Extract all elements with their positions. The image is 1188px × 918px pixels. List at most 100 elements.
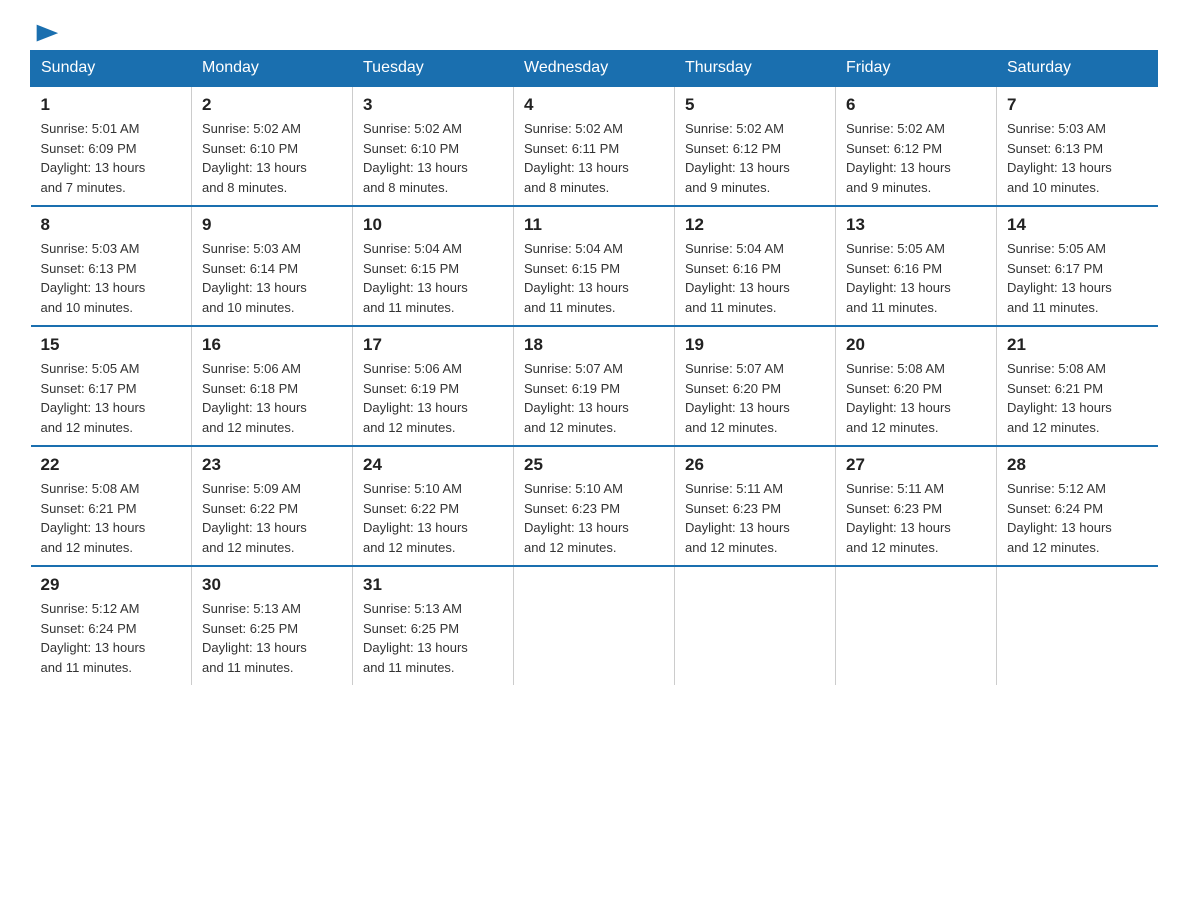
day-number: 18 [524, 335, 664, 355]
calendar-week-row: 29 Sunrise: 5:12 AMSunset: 6:24 PMDaylig… [31, 566, 1158, 685]
calendar-cell [675, 566, 836, 685]
day-info: Sunrise: 5:09 AMSunset: 6:22 PMDaylight:… [202, 481, 307, 555]
calendar-cell: 24 Sunrise: 5:10 AMSunset: 6:22 PMDaylig… [353, 446, 514, 566]
calendar-cell: 18 Sunrise: 5:07 AMSunset: 6:19 PMDaylig… [514, 326, 675, 446]
calendar-table: SundayMondayTuesdayWednesdayThursdayFrid… [30, 50, 1158, 685]
calendar-cell: 19 Sunrise: 5:07 AMSunset: 6:20 PMDaylig… [675, 326, 836, 446]
day-info: Sunrise: 5:02 AMSunset: 6:10 PMDaylight:… [363, 121, 468, 195]
day-number: 14 [1007, 215, 1148, 235]
calendar-cell: 5 Sunrise: 5:02 AMSunset: 6:12 PMDayligh… [675, 86, 836, 206]
calendar-cell: 3 Sunrise: 5:02 AMSunset: 6:10 PMDayligh… [353, 86, 514, 206]
day-number: 25 [524, 455, 664, 475]
day-number: 23 [202, 455, 342, 475]
calendar-cell: 14 Sunrise: 5:05 AMSunset: 6:17 PMDaylig… [997, 206, 1158, 326]
calendar-cell: 22 Sunrise: 5:08 AMSunset: 6:21 PMDaylig… [31, 446, 192, 566]
day-info: Sunrise: 5:05 AMSunset: 6:17 PMDaylight:… [1007, 241, 1112, 315]
day-info: Sunrise: 5:03 AMSunset: 6:13 PMDaylight:… [41, 241, 146, 315]
day-number: 2 [202, 95, 342, 115]
calendar-cell: 9 Sunrise: 5:03 AMSunset: 6:14 PMDayligh… [192, 206, 353, 326]
calendar-cell: 21 Sunrise: 5:08 AMSunset: 6:21 PMDaylig… [997, 326, 1158, 446]
calendar-header-friday: Friday [836, 51, 997, 87]
calendar-header-sunday: Sunday [31, 51, 192, 87]
day-number: 19 [685, 335, 825, 355]
calendar-cell: 16 Sunrise: 5:06 AMSunset: 6:18 PMDaylig… [192, 326, 353, 446]
calendar-cell: 27 Sunrise: 5:11 AMSunset: 6:23 PMDaylig… [836, 446, 997, 566]
calendar-cell: 31 Sunrise: 5:13 AMSunset: 6:25 PMDaylig… [353, 566, 514, 685]
calendar-header-thursday: Thursday [675, 51, 836, 87]
calendar-week-row: 8 Sunrise: 5:03 AMSunset: 6:13 PMDayligh… [31, 206, 1158, 326]
day-number: 27 [846, 455, 986, 475]
day-number: 13 [846, 215, 986, 235]
day-info: Sunrise: 5:12 AMSunset: 6:24 PMDaylight:… [1007, 481, 1112, 555]
calendar-cell: 1 Sunrise: 5:01 AMSunset: 6:09 PMDayligh… [31, 86, 192, 206]
day-info: Sunrise: 5:05 AMSunset: 6:16 PMDaylight:… [846, 241, 951, 315]
day-info: Sunrise: 5:10 AMSunset: 6:23 PMDaylight:… [524, 481, 629, 555]
calendar-cell: 2 Sunrise: 5:02 AMSunset: 6:10 PMDayligh… [192, 86, 353, 206]
day-number: 30 [202, 575, 342, 595]
day-info: Sunrise: 5:10 AMSunset: 6:22 PMDaylight:… [363, 481, 468, 555]
day-info: Sunrise: 5:06 AMSunset: 6:18 PMDaylight:… [202, 361, 307, 435]
day-number: 17 [363, 335, 503, 355]
day-number: 10 [363, 215, 503, 235]
calendar-cell: 4 Sunrise: 5:02 AMSunset: 6:11 PMDayligh… [514, 86, 675, 206]
day-info: Sunrise: 5:04 AMSunset: 6:16 PMDaylight:… [685, 241, 790, 315]
calendar-week-row: 22 Sunrise: 5:08 AMSunset: 6:21 PMDaylig… [31, 446, 1158, 566]
calendar-header-tuesday: Tuesday [353, 51, 514, 87]
day-number: 4 [524, 95, 664, 115]
day-number: 7 [1007, 95, 1148, 115]
day-number: 31 [363, 575, 503, 595]
day-info: Sunrise: 5:05 AMSunset: 6:17 PMDaylight:… [41, 361, 146, 435]
calendar-cell: 15 Sunrise: 5:05 AMSunset: 6:17 PMDaylig… [31, 326, 192, 446]
day-number: 28 [1007, 455, 1148, 475]
page-header [30, 20, 1158, 40]
calendar-header-row: SundayMondayTuesdayWednesdayThursdayFrid… [31, 51, 1158, 87]
calendar-cell [997, 566, 1158, 685]
day-number: 16 [202, 335, 342, 355]
calendar-week-row: 1 Sunrise: 5:01 AMSunset: 6:09 PMDayligh… [31, 86, 1158, 206]
day-number: 22 [41, 455, 182, 475]
day-info: Sunrise: 5:07 AMSunset: 6:19 PMDaylight:… [524, 361, 629, 435]
day-number: 9 [202, 215, 342, 235]
day-number: 29 [41, 575, 182, 595]
calendar-cell: 17 Sunrise: 5:06 AMSunset: 6:19 PMDaylig… [353, 326, 514, 446]
calendar-cell: 28 Sunrise: 5:12 AMSunset: 6:24 PMDaylig… [997, 446, 1158, 566]
calendar-cell: 25 Sunrise: 5:10 AMSunset: 6:23 PMDaylig… [514, 446, 675, 566]
calendar-header-wednesday: Wednesday [514, 51, 675, 87]
calendar-cell [836, 566, 997, 685]
day-number: 24 [363, 455, 503, 475]
day-number: 26 [685, 455, 825, 475]
calendar-cell: 13 Sunrise: 5:05 AMSunset: 6:16 PMDaylig… [836, 206, 997, 326]
day-number: 3 [363, 95, 503, 115]
calendar-cell: 10 Sunrise: 5:04 AMSunset: 6:15 PMDaylig… [353, 206, 514, 326]
calendar-cell: 12 Sunrise: 5:04 AMSunset: 6:16 PMDaylig… [675, 206, 836, 326]
day-number: 11 [524, 215, 664, 235]
day-number: 5 [685, 95, 825, 115]
day-number: 20 [846, 335, 986, 355]
day-info: Sunrise: 5:01 AMSunset: 6:09 PMDaylight:… [41, 121, 146, 195]
day-info: Sunrise: 5:02 AMSunset: 6:10 PMDaylight:… [202, 121, 307, 195]
day-info: Sunrise: 5:02 AMSunset: 6:11 PMDaylight:… [524, 121, 629, 195]
calendar-header-saturday: Saturday [997, 51, 1158, 87]
calendar-cell: 30 Sunrise: 5:13 AMSunset: 6:25 PMDaylig… [192, 566, 353, 685]
day-info: Sunrise: 5:02 AMSunset: 6:12 PMDaylight:… [685, 121, 790, 195]
calendar-cell: 7 Sunrise: 5:03 AMSunset: 6:13 PMDayligh… [997, 86, 1158, 206]
day-info: Sunrise: 5:07 AMSunset: 6:20 PMDaylight:… [685, 361, 790, 435]
day-info: Sunrise: 5:02 AMSunset: 6:12 PMDaylight:… [846, 121, 951, 195]
day-info: Sunrise: 5:11 AMSunset: 6:23 PMDaylight:… [846, 481, 951, 555]
day-info: Sunrise: 5:04 AMSunset: 6:15 PMDaylight:… [363, 241, 468, 315]
calendar-week-row: 15 Sunrise: 5:05 AMSunset: 6:17 PMDaylig… [31, 326, 1158, 446]
day-info: Sunrise: 5:08 AMSunset: 6:21 PMDaylight:… [1007, 361, 1112, 435]
day-number: 21 [1007, 335, 1148, 355]
calendar-cell [514, 566, 675, 685]
day-number: 12 [685, 215, 825, 235]
logo-flag-icon [32, 20, 60, 48]
calendar-cell: 23 Sunrise: 5:09 AMSunset: 6:22 PMDaylig… [192, 446, 353, 566]
day-number: 1 [41, 95, 182, 115]
day-info: Sunrise: 5:06 AMSunset: 6:19 PMDaylight:… [363, 361, 468, 435]
day-info: Sunrise: 5:08 AMSunset: 6:21 PMDaylight:… [41, 481, 146, 555]
day-info: Sunrise: 5:13 AMSunset: 6:25 PMDaylight:… [202, 601, 307, 675]
day-info: Sunrise: 5:13 AMSunset: 6:25 PMDaylight:… [363, 601, 468, 675]
day-number: 15 [41, 335, 182, 355]
day-info: Sunrise: 5:04 AMSunset: 6:15 PMDaylight:… [524, 241, 629, 315]
calendar-cell: 26 Sunrise: 5:11 AMSunset: 6:23 PMDaylig… [675, 446, 836, 566]
